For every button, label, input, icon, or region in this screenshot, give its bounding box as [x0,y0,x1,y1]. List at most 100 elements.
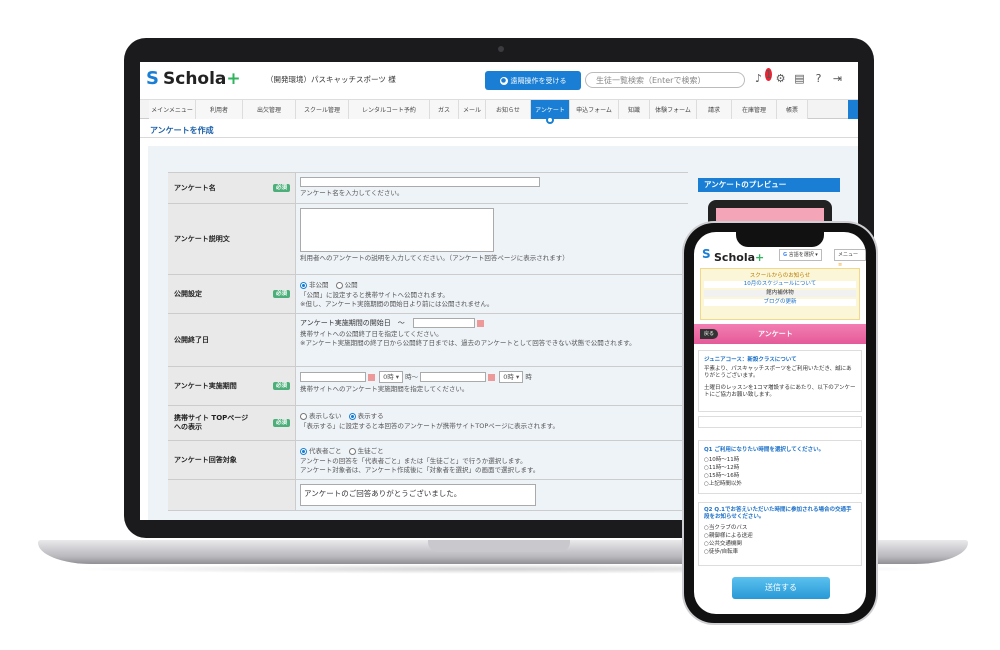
app-header: S Schola + （開発環境）パスキャッチスポーツ 様 ● 遠隔操作を受ける… [140,62,858,98]
page-title: アンケートを作成 [150,126,214,135]
phone-logo-plus: + [755,250,765,264]
survey-band-title: アンケート [758,330,793,338]
q1-option[interactable]: ○10時～11時 [704,456,856,464]
phone-screen: S Schola + G 言語を選択 ▾ メニュー ≡ スクールからのお知らせ … [694,232,866,614]
phone-logo[interactable]: S Schola + [702,248,764,266]
student-search-input[interactable]: 生徒一覧検索（Enterで検索） [585,72,745,88]
target-rep-radio[interactable] [300,447,307,455]
bell-icon[interactable]: ♪ 1 [755,68,773,85]
document-icon[interactable]: ▤ [793,72,806,85]
title-divider [140,137,858,138]
q1-option[interactable]: ○上記時間以外 [704,480,856,488]
back-button[interactable]: 戻る [700,329,718,339]
q2-option[interactable]: ○親御様による送迎 [704,532,856,540]
intro-text-2: 土曜日のレッスンを1コマ増設するにあたり、以下のアンケートにご協力お願い致します… [704,385,856,398]
row-publish: 公開設定 必須 非公開 公開 「公開」に設定すると携帯サイトへ公開されます。 ※但… [168,275,688,314]
row-period: アンケート実施期間 必須 0時 ▾ 時～ 0時 ▾ 時 携帯サイトへのアンケート実… [168,367,688,406]
tab-main-menu[interactable]: メインメニュー [149,100,196,119]
period-end-label: 時 [525,373,532,381]
preview-header: アンケートのプレビュー [698,178,840,192]
calendar-icon[interactable] [476,319,484,327]
top-show-label: 表示する [357,412,384,420]
logout-icon[interactable]: ⇥ [831,72,844,85]
tab-mail[interactable]: メール [459,100,486,119]
required-badge: 必須 [272,184,290,192]
q1-option[interactable]: ○11時～12時 [704,464,856,472]
row-publish-end: 公開終了日 アンケート実施期間の開始日 ～ 携帯サイトへの公開終了日を指定してく… [168,314,688,367]
tab-knowledge[interactable]: 知識 [619,100,650,119]
q1-option[interactable]: ○15時～16時 [704,472,856,480]
news-item[interactable]: 10月のスケジュールについて [704,281,856,288]
phone-logo-text: Schola [714,250,756,264]
tab-billing[interactable]: 請求 [697,100,732,119]
q2-option[interactable]: ○徒歩/自転車 [704,548,856,556]
laptop-base-notch [428,540,570,552]
top-show-radio[interactable] [348,412,356,420]
phone-menu-button[interactable]: メニュー ≡ [834,249,866,268]
tab-inventory[interactable]: 在庫管理 [732,100,777,119]
help-icon[interactable]: ? [812,72,825,85]
target-student-radio[interactable] [348,447,356,455]
send-button[interactable]: 送信する [732,577,830,599]
survey-description-textarea[interactable] [300,208,494,252]
calendar-icon[interactable] [368,373,375,381]
news-item[interactable]: 館内補休物 [704,290,856,297]
q2-option[interactable]: ○公共交通機関 [704,540,856,548]
gear-icon[interactable]: ⚙ [774,72,787,85]
required-badge: 必須 [272,382,290,390]
tab-school[interactable]: スクール管理 [296,100,349,119]
tab-survey[interactable]: アンケート [531,100,570,124]
publish-end-hint-2: ※アンケート実施期間の終了日から公開終了日までは、過去のアンケートとして回答でき… [300,339,636,347]
news-item[interactable]: ブログの更新 [704,299,856,306]
logo-s-icon: S [702,247,711,261]
logo-text: Schola [163,69,227,89]
news-title: スクールからのお知らせ [749,273,811,279]
tab-reports[interactable]: 帳票 [777,100,808,119]
tab-court-booking[interactable]: レンタルコート予約 [349,100,430,119]
period-start-date-input[interactable] [300,372,366,382]
tab-gas[interactable]: ガス [430,100,459,119]
target-hint-1: アンケートの回答を「代表者ごと」または「生徒ごと」で行うか選択します。 [300,457,527,465]
top-hide-radio[interactable] [300,412,307,420]
tab-news[interactable]: お知らせ [486,100,531,119]
period-end-hour-select[interactable]: 0時 ▾ [499,371,524,383]
required-badge: 必須 [272,290,290,298]
preview-pink-bar [716,208,824,222]
publish-hint-2: ※但し、アンケート実施期間の開始日より前には公開されません。 [300,300,494,308]
label-top-display: 携帯サイト TOPページへの表示 必須 [168,406,296,440]
school-news-box: スクールからのお知らせ 10月のスケジュールについて 館内補休物 ブログの更新 [700,268,860,320]
phone-notch [736,232,824,247]
publish-end-hint-1: 携帯サイトへの公開終了日を指定してください。 [300,330,443,338]
period-start-hour-select[interactable]: 0時 ▾ [379,371,404,383]
laptop-camera [498,46,504,52]
survey-form: アンケート名 必須 アンケート名を入力してください。 アンケート説明文 利用者への… [168,172,688,511]
tab-users[interactable]: 利用者 [196,100,243,119]
publish-public-radio[interactable] [335,281,343,289]
language-select-button[interactable]: G 言語を選択 ▾ [779,249,822,261]
publish-end-text: アンケート実施期間の開始日 ～ [300,319,405,327]
label-publish-end: 公開終了日 [168,314,296,366]
calendar-icon[interactable] [488,373,496,381]
period-hint: 携帯サイトへのアンケート実施期間を指定してください。 [300,385,469,393]
intro-title: ジュニアコース：新設クラスについて [704,357,797,363]
app-logo[interactable]: S Schola + [146,68,241,90]
logo-plus: + [226,69,241,89]
row-target: アンケート回答対象 代表者ごと 生徒ごと アンケートの回答を「代表者ごと」または… [168,441,688,480]
q2-option[interactable]: ○当クラブのバス [704,524,856,532]
tab-scroll-right-icon[interactable] [848,100,858,119]
survey-name-input[interactable] [300,177,540,187]
target-hint-2: アンケート対象者は、アンケート作成後に「対象者を選択」の画面で選択します。 [300,466,540,474]
target-student-label: 生徒ごと [357,447,384,455]
logo-s-icon: S [146,68,159,89]
publish-end-date-input[interactable] [412,318,475,328]
tab-trial-form[interactable]: 体験フォーム [650,100,697,119]
top-display-hint: 「表示する」に設定すると本回答のアンケートが携帯サイトTOPページに表示されます… [300,422,559,430]
remote-support-button[interactable]: ● 遠隔操作を受ける [485,71,581,90]
period-end-date-input[interactable] [420,372,487,382]
thanks-message-textarea[interactable]: アンケートのご回答ありがとうございました。 [300,484,536,506]
tab-application-form[interactable]: 申込フォーム [570,100,619,119]
label-period: アンケート実施期間 必須 [168,367,296,405]
spacer-card [698,416,862,428]
publish-private-radio[interactable] [300,281,307,289]
tab-attendance[interactable]: 出欠管理 [243,100,296,119]
